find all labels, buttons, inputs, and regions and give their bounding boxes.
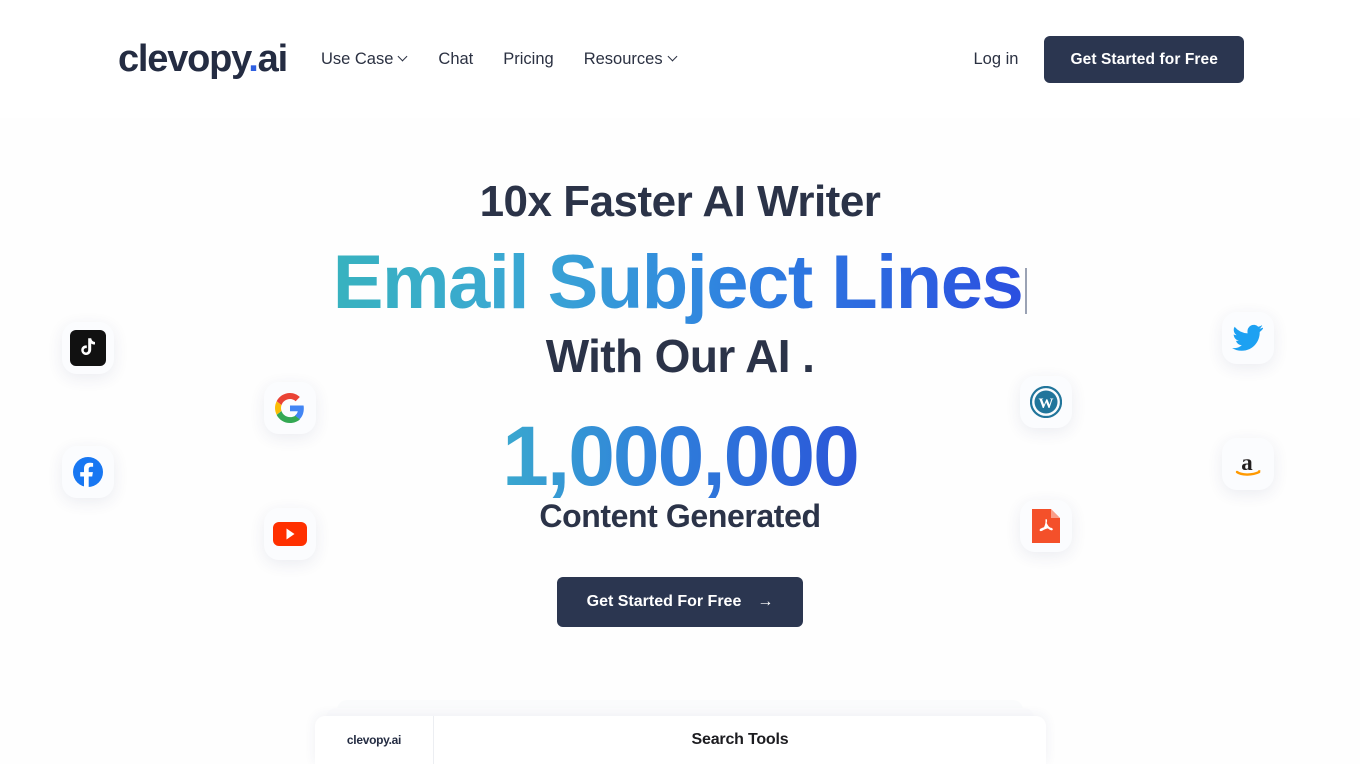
nav-item-use-case[interactable]: Use Case bbox=[321, 50, 408, 69]
content-counter-label: Content Generated bbox=[539, 498, 821, 534]
app-preview-sidebar-logo: clevopy.ai bbox=[346, 733, 402, 747]
chevron-down-icon bbox=[399, 53, 408, 62]
pdf-icon bbox=[1020, 500, 1072, 552]
get-started-button[interactable]: Get Started for Free bbox=[1044, 35, 1244, 83]
nav-item-pricing[interactable]: Pricing bbox=[503, 50, 553, 69]
nav-label: Chat bbox=[438, 49, 474, 68]
typing-caret bbox=[1025, 268, 1028, 315]
youtube-icon bbox=[264, 508, 316, 560]
main-navigation: Use Case Chat Pricing Resources bbox=[321, 50, 678, 69]
app-preview-main: Search Tools bbox=[434, 716, 1046, 764]
hero-get-started-button[interactable]: Get Started For Free → bbox=[556, 577, 804, 627]
nav-label: Resources bbox=[583, 49, 663, 68]
hero-typed-text: Email Subject Lines bbox=[332, 240, 1024, 326]
google-icon bbox=[264, 382, 316, 434]
tiktok-icon bbox=[62, 322, 114, 374]
brand-logo-main: clevopy bbox=[118, 38, 249, 80]
chevron-down-icon bbox=[669, 53, 678, 62]
header-actions: Log in Get Started for Free bbox=[973, 35, 1244, 83]
brand-logo-suffix: ai bbox=[257, 38, 289, 80]
login-link[interactable]: Log in bbox=[973, 50, 1018, 69]
site-header: clevopy.ai Use Case Chat Pricing Resourc… bbox=[0, 0, 1360, 118]
wordpress-icon: W bbox=[1020, 376, 1072, 428]
facebook-icon bbox=[62, 446, 114, 498]
svg-text:a: a bbox=[1241, 450, 1253, 475]
hero-headline-line1: 10x Faster AI Writer bbox=[479, 177, 881, 226]
app-preview-title: Search Tools bbox=[691, 731, 789, 748]
nav-item-chat[interactable]: Chat bbox=[438, 50, 473, 69]
svg-text:W: W bbox=[1039, 396, 1054, 412]
twitter-icon bbox=[1222, 312, 1274, 364]
landing-page: clevopy.ai Use Case Chat Pricing Resourc… bbox=[0, 0, 1360, 764]
hero-headline-line3: With Our AI . bbox=[545, 330, 815, 383]
arrow-right-icon: → bbox=[757, 593, 774, 610]
app-preview-card: clevopy.ai Search Tools bbox=[315, 716, 1046, 764]
hero-section: 10x Faster AI Writer Email Subject Lines… bbox=[0, 118, 1360, 627]
hero-cta-label: Get Started For Free bbox=[586, 593, 742, 610]
content-counter: 1,000,000 bbox=[502, 408, 860, 503]
brand-logo[interactable]: clevopy.ai bbox=[118, 38, 289, 80]
nav-label: Use Case bbox=[320, 49, 394, 68]
nav-item-resources[interactable]: Resources bbox=[584, 50, 678, 69]
nav-label: Pricing bbox=[503, 49, 554, 68]
amazon-icon: a bbox=[1222, 438, 1274, 490]
brand-logo-dot: . bbox=[248, 38, 259, 80]
app-preview-sidebar: clevopy.ai bbox=[315, 716, 434, 764]
